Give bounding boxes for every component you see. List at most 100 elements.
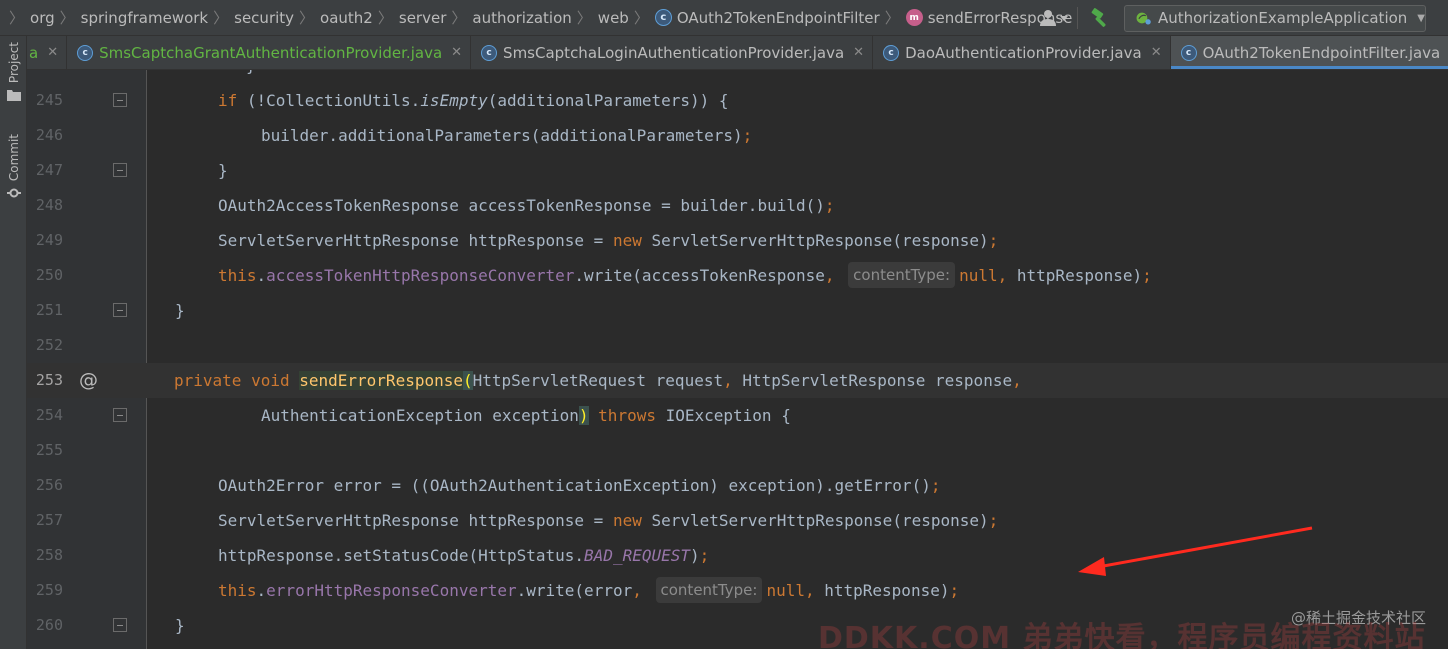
fold-marker[interactable] (113, 303, 127, 317)
line-number: 258 (35, 546, 63, 564)
code-text: } (218, 161, 228, 180)
editor-tab-bar: a ✕ c SmsCaptchaGrantAuthenticationProvi… (27, 36, 1448, 70)
breadcrumb-item-class[interactable]: c OAuth2TokenEndpointFilter (654, 9, 880, 27)
breadcrumb-separator: 〉 (633, 9, 649, 27)
keyword: this (218, 581, 257, 600)
breadcrumb-item-security[interactable]: security (234, 9, 294, 27)
code-token: ServletServerHttpResponse(response) (641, 231, 989, 250)
line-number: 260 (35, 616, 63, 634)
code-token: . (256, 266, 267, 285)
tab-oauth2-token-endpoint-filter[interactable]: c OAuth2TokenEndpointFilter.java ✕ (1170, 36, 1448, 69)
keyword: this (218, 266, 257, 285)
tab-label: SmsCaptchaGrantAuthenticationProvider.ja… (99, 43, 443, 62)
build-hammer-icon[interactable] (1088, 6, 1112, 30)
project-tool-button[interactable]: Project (0, 42, 27, 102)
code-token: ServletServerHttpResponse httpResponse = (218, 231, 613, 250)
code-token: builder.additionalParameters(additionalP… (261, 126, 743, 145)
code-token: OAuth2Error error = ((OAuth2Authenticati… (218, 476, 931, 495)
breadcrumb-item-server[interactable]: server (399, 9, 446, 27)
field-reference: accessTokenHttpResponseConverter (266, 266, 575, 285)
code-text: private void sendErrorResponse(HttpServl… (174, 363, 1022, 398)
toolbar-divider (1077, 7, 1078, 29)
fold-marker[interactable] (113, 618, 127, 632)
code-text: if (!CollectionUtils.isEmpty(additionalP… (218, 83, 729, 118)
keyword: if (218, 91, 238, 110)
breadcrumb-separator: 〉 (377, 9, 393, 27)
close-icon[interactable]: ✕ (451, 45, 462, 60)
class-file-icon: c (77, 44, 94, 61)
code-token: ServletServerHttpResponse(response) (641, 511, 989, 530)
code-text: this.accessTokenHttpResponseConverter.wr… (218, 258, 1152, 293)
static-constant: BAD_REQUEST (584, 546, 691, 565)
code-line: 252 (27, 328, 1448, 363)
semicolon: ; (988, 231, 999, 250)
fold-marker[interactable] (113, 408, 127, 422)
tab-dao-authentication-provider[interactable]: c DaoAuthenticationProvider.java ✕ (873, 36, 1171, 69)
keyword: new (612, 231, 642, 250)
user-icon[interactable] (1037, 6, 1071, 30)
method-icon: m (905, 9, 923, 26)
breadcrumb-separator: 〉 (9, 9, 25, 27)
code-text: ServletServerHttpResponse httpResponse =… (218, 503, 998, 538)
code-token: (!CollectionUtils. (237, 91, 421, 110)
tab-label: OAuth2TokenEndpointFilter.java (1202, 43, 1441, 62)
code-text: ServletServerHttpResponse httpResponse =… (218, 223, 998, 258)
keyword: private void (174, 371, 290, 390)
keyword: throws (598, 406, 656, 425)
matched-paren: ) (578, 406, 589, 425)
line-number: 255 (35, 441, 63, 459)
line-number: 246 (35, 126, 63, 144)
tab-sms-captcha-login-provider[interactable]: c SmsCaptchaLoginAuthenticationProvider.… (471, 36, 874, 69)
breadcrumb-item-org[interactable]: org (30, 9, 55, 27)
breadcrumb-item-authorization[interactable]: authorization (472, 9, 571, 27)
code-text: AuthenticationException exception) throw… (261, 398, 791, 433)
code-text: } (175, 616, 185, 635)
static-method: isEmpty (420, 91, 488, 110)
breadcrumb-item-web[interactable]: web (598, 9, 629, 27)
semicolon: ; (1142, 266, 1152, 285)
code-line: 245 if (!CollectionUtils.isEmpty(additio… (27, 83, 1448, 118)
line-number: 244 (27, 70, 63, 83)
code-token: AuthenticationException exception (261, 406, 579, 425)
code-text: OAuth2Error error = ((OAuth2Authenticati… (218, 468, 940, 503)
semicolon: ; (824, 196, 835, 215)
line-number: 252 (35, 336, 63, 354)
commit-tool-button[interactable]: Commit (0, 134, 27, 199)
tab-sms-captcha-grant-provider[interactable]: c SmsCaptchaGrantAuthenticationProvider.… (67, 36, 472, 69)
close-icon[interactable]: ✕ (853, 45, 864, 60)
navigation-bar: 〉 org 〉 springframework 〉 security 〉 oau… (0, 0, 1448, 36)
run-configuration-label: AuthorizationExampleApplication (1157, 9, 1408, 27)
close-icon[interactable]: ✕ (1151, 45, 1162, 60)
keyword: null (959, 266, 998, 285)
breadcrumb-item-springframework[interactable]: springframework (81, 9, 208, 27)
line-number: 247 (35, 161, 63, 179)
fold-marker[interactable] (113, 163, 127, 177)
code-line-current: 253 @ private void sendErrorResponse(Htt… (27, 363, 1448, 398)
watermark-ddkk: DDKK.COM 弟弟快看，程序员编程资料站 (818, 621, 1426, 649)
line-number: 259 (35, 581, 63, 599)
breadcrumb-item-oauth2[interactable]: oauth2 (320, 9, 373, 27)
commit-tool-label: Commit (6, 134, 21, 182)
close-icon[interactable]: ✕ (47, 45, 58, 60)
tab-partial-file[interactable]: a ✕ (27, 36, 68, 69)
code-line: 255 (27, 433, 1448, 468)
line-number: 253 (35, 371, 63, 389)
code-token: httpResponse) (814, 581, 950, 600)
code-token: ServletServerHttpResponse httpResponse = (218, 511, 613, 530)
code-token: HttpServletRequest request (472, 371, 724, 390)
matched-paren: ( (463, 371, 473, 390)
breadcrumb-separator: 〉 (59, 9, 75, 27)
fold-marker[interactable] (113, 93, 127, 107)
code-token: (additionalParameters)) { (487, 91, 729, 110)
keyword: null (766, 581, 805, 600)
run-configuration-select[interactable]: AuthorizationExampleApplication ▼ (1124, 4, 1426, 32)
keyword: new (612, 511, 642, 530)
code-text: builder.additionalParameters(additionalP… (261, 118, 752, 153)
line-number: 250 (35, 266, 63, 284)
override-marker-icon[interactable]: @ (79, 363, 98, 398)
annotation-arrow-icon (1078, 526, 1313, 576)
code-text: this.errorHttpResponseConverter.write(er… (218, 573, 959, 608)
code-line: 254 AuthenticationException exception) t… (27, 398, 1448, 433)
code-line: 256 OAuth2Error error = ((OAuth2Authenti… (27, 468, 1448, 503)
